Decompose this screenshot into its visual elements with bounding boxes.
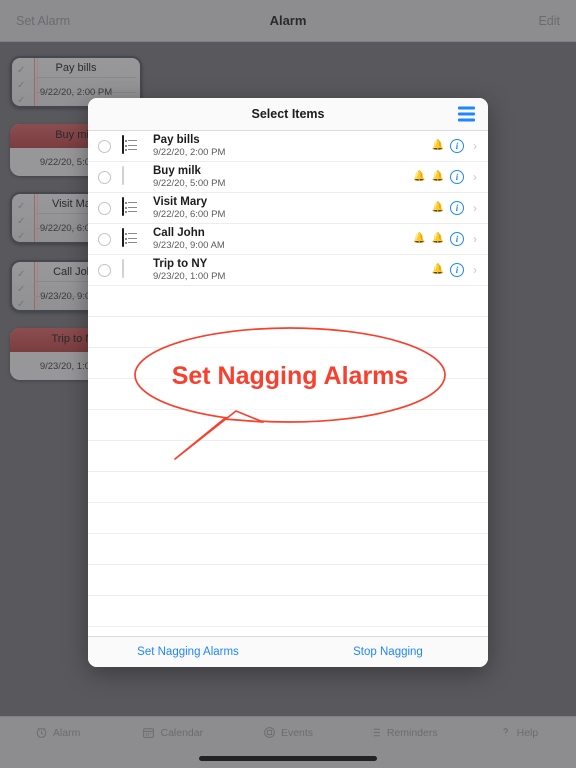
chevron-right-icon[interactable]: › bbox=[470, 263, 480, 277]
items-list[interactable]: Pay bills 9/22/20, 2:00 PM 🔔 i › Buy mil… bbox=[88, 131, 488, 636]
modal-title: Select Items bbox=[251, 107, 325, 121]
empty-list-row bbox=[88, 348, 488, 379]
hamburger-line bbox=[458, 106, 475, 110]
chevron-right-icon[interactable]: › bbox=[470, 139, 480, 153]
empty-list-row bbox=[88, 441, 488, 472]
list-item[interactable]: Call John 9/23/20, 9:00 AM 🔔 🔔 i › bbox=[88, 224, 488, 255]
empty-list-row bbox=[88, 410, 488, 441]
bell-icon: 🔔 bbox=[413, 233, 426, 244]
chevron-right-icon[interactable]: › bbox=[470, 201, 480, 215]
select-radio[interactable] bbox=[98, 170, 111, 184]
select-radio[interactable] bbox=[98, 201, 111, 215]
bell-icon: 🔔 bbox=[431, 264, 444, 275]
list-item[interactable]: Trip to NY 9/23/20, 1:00 PM 🔔 i › bbox=[88, 255, 488, 286]
alarm-bells: 🔔 bbox=[410, 265, 444, 275]
hamburger-line bbox=[458, 112, 475, 116]
bell-icon: 🔔 bbox=[431, 233, 444, 244]
item-date: 9/22/20, 2:00 PM bbox=[153, 146, 226, 158]
bell-icon: 🔔 bbox=[431, 140, 444, 151]
info-button[interactable]: i bbox=[450, 139, 464, 153]
item-date: 9/22/20, 5:00 PM bbox=[153, 177, 226, 189]
empty-list-row bbox=[88, 503, 488, 534]
modal-header: Select Items bbox=[88, 98, 488, 131]
empty-list-row bbox=[88, 286, 488, 317]
chevron-right-icon[interactable]: › bbox=[470, 232, 480, 246]
chevron-right-icon[interactable]: › bbox=[470, 170, 480, 184]
bell-icon: 🔔 bbox=[413, 171, 426, 182]
alarm-bells: 🔔 🔔 bbox=[410, 234, 444, 244]
empty-list-row bbox=[88, 534, 488, 565]
item-title: Call John bbox=[153, 226, 205, 239]
bell-icon: 🔔 bbox=[431, 202, 444, 213]
item-title: Buy milk bbox=[153, 164, 201, 177]
hamburger-line bbox=[458, 118, 475, 122]
empty-list-row bbox=[88, 317, 488, 348]
empty-list-row bbox=[88, 565, 488, 596]
modal-footer: Set Nagging Alarms Stop Nagging bbox=[88, 636, 488, 667]
select-radio[interactable] bbox=[98, 232, 111, 246]
item-title: Visit Mary bbox=[153, 195, 208, 208]
alarm-bells: 🔔 bbox=[410, 141, 444, 151]
calendar-icon bbox=[122, 259, 142, 280]
empty-list-row bbox=[88, 472, 488, 503]
empty-list-row bbox=[88, 379, 488, 410]
list-item[interactable]: Buy milk 9/22/20, 5:00 PM 🔔 🔔 i › bbox=[88, 162, 488, 193]
item-date: 9/23/20, 1:00 PM bbox=[153, 270, 226, 282]
item-date: 9/22/20, 6:00 PM bbox=[153, 208, 226, 220]
empty-list-row bbox=[88, 596, 488, 627]
item-title: Pay bills bbox=[153, 133, 200, 146]
alarm-bells: 🔔 bbox=[410, 203, 444, 213]
empty-rows-container bbox=[88, 286, 488, 627]
reminder-icon bbox=[122, 135, 142, 156]
bell-icon: 🔔 bbox=[431, 171, 444, 182]
info-button[interactable]: i bbox=[450, 263, 464, 277]
info-button[interactable]: i bbox=[450, 232, 464, 246]
select-radio[interactable] bbox=[98, 139, 111, 153]
info-button[interactable]: i bbox=[450, 170, 464, 184]
reminder-icon bbox=[122, 197, 142, 218]
hamburger-menu-icon[interactable] bbox=[458, 106, 475, 122]
item-title: Trip to NY bbox=[153, 257, 208, 270]
set-nagging-alarms-button[interactable]: Set Nagging Alarms bbox=[88, 646, 288, 658]
list-item[interactable]: Pay bills 9/22/20, 2:00 PM 🔔 i › bbox=[88, 131, 488, 162]
item-date: 9/23/20, 9:00 AM bbox=[153, 239, 225, 251]
list-item[interactable]: Visit Mary 9/22/20, 6:00 PM 🔔 i › bbox=[88, 193, 488, 224]
reminder-icon bbox=[122, 228, 142, 249]
select-items-modal: Select Items Pay bills 9/22/20, 2:00 PM … bbox=[88, 98, 488, 667]
stop-nagging-button[interactable]: Stop Nagging bbox=[288, 646, 488, 658]
calendar-icon bbox=[122, 166, 142, 187]
select-radio[interactable] bbox=[98, 263, 111, 277]
info-button[interactable]: i bbox=[450, 201, 464, 215]
alarm-bells: 🔔 🔔 bbox=[410, 172, 444, 182]
